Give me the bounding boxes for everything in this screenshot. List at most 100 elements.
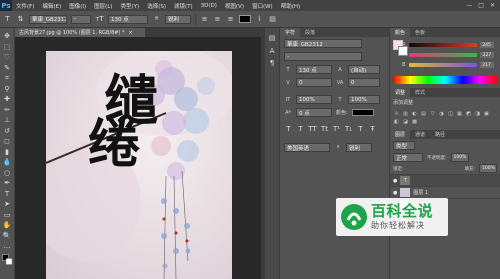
strikethrough-icon[interactable]: Ŧ xyxy=(368,124,377,133)
move-tool-icon[interactable]: ✥ xyxy=(2,32,13,42)
menu-type[interactable]: 类型(Y) xyxy=(117,2,144,10)
character-panel-icon[interactable]: A xyxy=(267,47,278,57)
layer-name[interactable]: 图层 1 xyxy=(413,189,428,196)
tab-color[interactable]: 颜色 xyxy=(390,28,411,37)
healing-tool-icon[interactable]: ✚ xyxy=(2,95,13,105)
minimize-button[interactable]: — xyxy=(466,2,472,9)
fg-bg-color-swatches[interactable] xyxy=(393,40,408,62)
gradient-tool-icon[interactable]: ▮ xyxy=(2,148,13,158)
levels-icon[interactable]: ▥ xyxy=(402,111,409,117)
font-size-select[interactable]: 130 点 xyxy=(108,14,148,24)
faux-italic-icon[interactable]: T xyxy=(296,124,305,133)
char-leading-select[interactable]: (自动) xyxy=(348,65,380,74)
lasso-tool-icon[interactable]: ➰ xyxy=(2,53,13,63)
char-vertical-scale-input[interactable]: 100% xyxy=(296,95,332,104)
menu-image[interactable]: 图像(I) xyxy=(65,2,90,10)
blue-value[interactable]: 217 xyxy=(479,62,494,68)
char-baseline-shift-input[interactable]: 0 点 xyxy=(296,108,332,117)
blur-tool-icon[interactable]: 💧 xyxy=(2,158,13,168)
shape-tool-icon[interactable]: ▭ xyxy=(2,211,13,221)
tab-paths[interactable]: 路径 xyxy=(430,130,450,139)
red-value[interactable]: 245 xyxy=(479,42,494,48)
crop-tool-icon[interactable]: ⌗ xyxy=(2,74,13,84)
close-tab-icon[interactable]: × xyxy=(129,30,133,36)
red-slider[interactable] xyxy=(408,43,477,47)
black-white-icon[interactable]: ▦ xyxy=(456,111,463,117)
history-panel-icon[interactable]: ▤ xyxy=(267,34,278,44)
tab-swatches[interactable]: 色板 xyxy=(410,28,430,37)
align-center-icon[interactable]: ≡ xyxy=(213,15,222,24)
tab-layers[interactable]: 图层 xyxy=(390,130,411,139)
superscript-icon[interactable]: T¹ xyxy=(332,124,341,133)
blue-slider[interactable] xyxy=(408,63,477,67)
panels-toggle-icon[interactable]: ▤ xyxy=(268,15,277,24)
background-color-swatch[interactable] xyxy=(398,46,408,56)
char-anti-alias-select[interactable]: 锐利 xyxy=(346,143,372,152)
toggle-orientation-icon[interactable]: ⇅ xyxy=(16,15,25,24)
small-caps-icon[interactable]: Tt xyxy=(320,124,329,133)
brush-tool-icon[interactable]: ✏ xyxy=(2,106,13,116)
type-tool-icon[interactable]: T xyxy=(2,190,13,200)
menu-select[interactable]: 选择(S) xyxy=(143,2,170,10)
menu-layer[interactable]: 图层(L) xyxy=(90,2,116,10)
close-window-button[interactable]: ✕ xyxy=(490,2,495,9)
pen-tool-icon[interactable]: ✒ xyxy=(2,179,13,189)
underline-icon[interactable]: T xyxy=(356,124,365,133)
char-tracking-select[interactable]: 0 xyxy=(348,78,380,87)
zoom-tool-icon[interactable]: 🔍 xyxy=(2,232,13,242)
history-brush-icon[interactable]: ↺ xyxy=(2,127,13,137)
align-left-icon[interactable]: ≡ xyxy=(200,15,209,24)
hue-saturation-icon[interactable]: ◑ xyxy=(438,111,445,117)
blend-mode-select[interactable]: 正常 xyxy=(393,153,423,162)
tab-adjustments[interactable]: 调整 xyxy=(390,88,411,97)
char-font-style-select[interactable]: - xyxy=(284,52,362,61)
invert-icon[interactable]: ▣ xyxy=(483,111,490,117)
type-tool-icon[interactable]: T xyxy=(3,15,12,24)
color-swatches-icon[interactable] xyxy=(1,253,13,267)
hand-tool-icon[interactable]: ✋ xyxy=(2,221,13,231)
color-spectrum-bar[interactable] xyxy=(393,76,497,84)
all-caps-icon[interactable]: TT xyxy=(308,124,317,133)
font-family-select[interactable]: 華康_GB2312 xyxy=(29,14,67,24)
visibility-eye-icon[interactable]: ● xyxy=(393,178,397,184)
photo-filter-icon[interactable]: ◩ xyxy=(465,111,472,117)
path-select-tool-icon[interactable]: ➤ xyxy=(2,200,13,210)
menu-edit[interactable]: 编辑(E) xyxy=(38,2,65,10)
dodge-tool-icon[interactable]: ○ xyxy=(2,169,13,179)
font-style-select[interactable]: - xyxy=(71,14,91,24)
gradient-map-icon[interactable]: ▩ xyxy=(411,119,418,125)
layer-row-layer1[interactable]: ● 图层 1 xyxy=(390,186,500,198)
maximize-button[interactable]: □ xyxy=(478,2,484,9)
char-kerning-select[interactable]: 0 xyxy=(296,78,332,87)
exposure-icon[interactable]: ▤ xyxy=(420,111,427,117)
menu-help[interactable]: 帮助(H) xyxy=(277,2,304,10)
char-font-size-select[interactable]: 130 点 xyxy=(296,65,332,74)
char-color-swatch[interactable] xyxy=(351,109,374,116)
stamp-tool-icon[interactable]: ⊥ xyxy=(2,116,13,126)
layer-row-text[interactable]: ● T xyxy=(390,174,500,186)
calligraphy-char-2[interactable]: 绻 xyxy=(88,119,140,171)
posterize-icon[interactable]: ◧ xyxy=(393,119,400,125)
vibrance-icon[interactable]: ▽ xyxy=(429,111,436,117)
menu-file[interactable]: 文件(F) xyxy=(12,2,38,10)
layer-kind-filter[interactable]: 类型 xyxy=(393,141,415,150)
green-slider[interactable] xyxy=(409,53,477,57)
document-canvas[interactable]: 缱 绻 xyxy=(46,51,232,279)
warp-text-icon[interactable]: ⌇ xyxy=(255,15,264,24)
channel-mixer-icon[interactable]: ◨ xyxy=(474,111,481,117)
threshold-icon[interactable]: ◪ xyxy=(402,119,409,125)
menu-window[interactable]: 窗口(W) xyxy=(248,2,277,10)
document-tab[interactable]: 古风背景27.jpg @ 100% (图层 1, RGB/8#) * × xyxy=(15,28,145,37)
char-horizontal-scale-input[interactable]: 100% xyxy=(348,95,380,104)
tab-styles[interactable]: 样式 xyxy=(410,88,430,97)
eraser-tool-icon[interactable]: ◻ xyxy=(2,137,13,147)
quick-select-tool-icon[interactable]: ✎ xyxy=(2,64,13,74)
menu-3d[interactable]: 3D(D) xyxy=(197,3,221,9)
eyedropper-tool-icon[interactable]: ⚲ xyxy=(2,85,13,95)
tab-paragraph[interactable]: 段落 xyxy=(300,28,320,37)
marquee-tool-icon[interactable]: ⬚ xyxy=(2,43,13,53)
opacity-input[interactable]: 100% xyxy=(450,153,469,162)
tab-channels[interactable]: 通道 xyxy=(410,130,430,139)
tab-character[interactable]: 字符 xyxy=(280,28,301,37)
paragraph-panel-icon[interactable]: ¶ xyxy=(267,59,278,69)
